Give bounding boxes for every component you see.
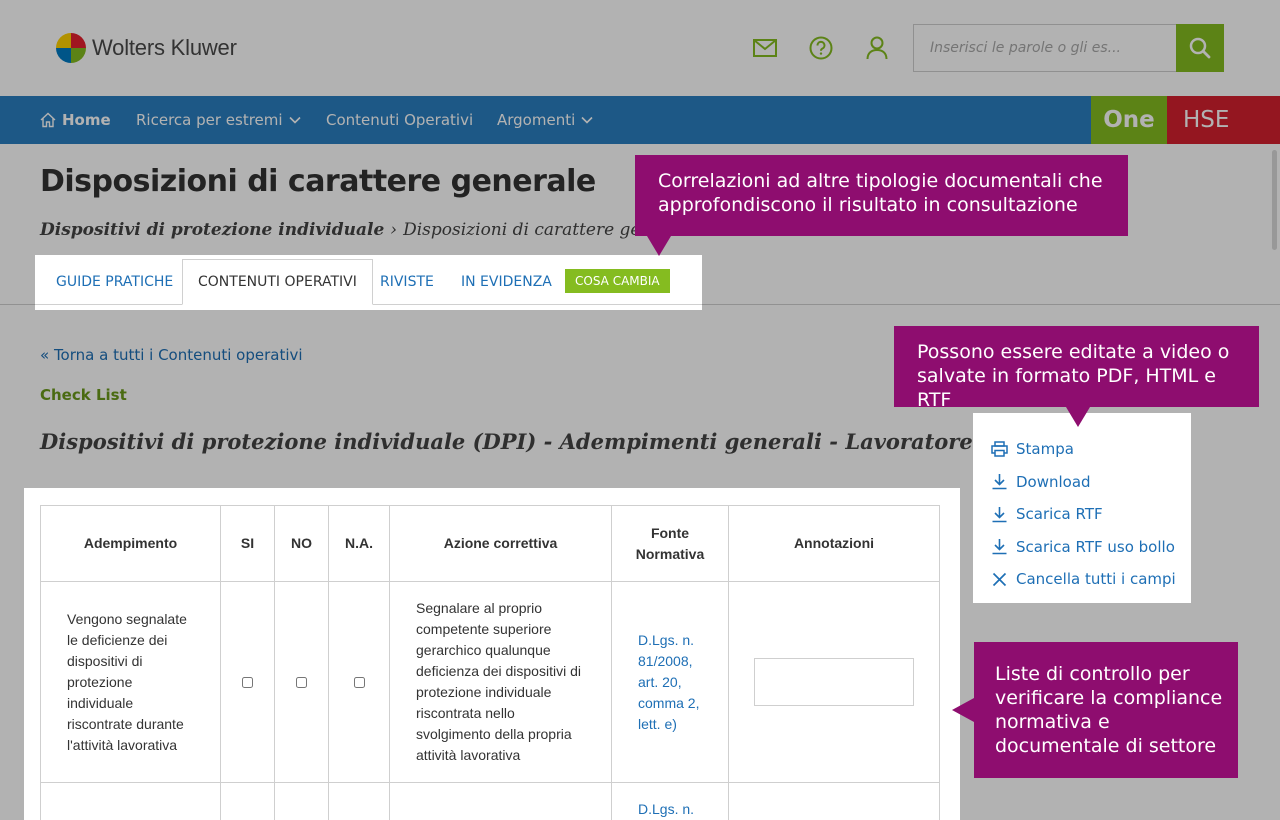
page-title: Disposizioni di carattere generale [40, 164, 596, 199]
breadcrumb: Dispositivi di protezione individuale › … [40, 220, 695, 240]
brand-hse-badge[interactable]: HSE [1167, 96, 1280, 144]
si-checkbox[interactable] [242, 676, 253, 688]
column-header: Fonte Normativa [611, 505, 729, 582]
scarica-rtf-bollo-action[interactable]: Scarica RTF uso bollo [991, 531, 1189, 564]
annotazioni-cell [728, 782, 940, 820]
scarica-rtf-action[interactable]: Scarica RTF [991, 498, 1189, 531]
table-callout: Liste di controllo per verificare la com… [952, 642, 1238, 778]
action-label: Cancella tutti i campi [1016, 570, 1176, 589]
mail-icon[interactable] [752, 36, 778, 60]
no-checkbox[interactable] [296, 676, 307, 688]
chevron-down-icon [581, 116, 593, 124]
table-row: D.Lgs. n. [40, 782, 940, 820]
nav-item-contenuti-operativi[interactable]: Contenuti Operativi [326, 96, 473, 144]
table-row: Vengono segnalate le deficienze dei disp… [40, 581, 940, 783]
section-label: Check List [40, 386, 127, 404]
dim-overlay [702, 255, 1280, 310]
tab-in-evidenza[interactable]: IN EVIDENZA [461, 259, 552, 305]
column-header: NO [274, 505, 329, 582]
dim-overlay [960, 488, 973, 603]
callout-text: Liste di controllo per verificare la com… [995, 663, 1223, 757]
document-title: Dispositivi di protezione individuale (D… [40, 429, 973, 454]
nav-item-ricerca-per-estremi[interactable]: Ricerca per estremi [136, 96, 301, 144]
search-button[interactable] [1176, 24, 1224, 72]
actions-callout: Possono essere editate a video o salvate… [894, 326, 1259, 427]
nav-item-label: Home [62, 111, 111, 129]
wolters-kluwer-logo[interactable]: Wolters Kluwer [56, 33, 237, 63]
nav-item-home[interactable]: Home [40, 96, 111, 144]
fonte-normativa-link[interactable]: D.Lgs. n. 81/2008, art. 20, comma 2, let… [611, 581, 729, 783]
scrollbar-thumb[interactable] [1272, 150, 1277, 250]
breadcrumb-parent[interactable]: Dispositivi di protezione individuale [40, 220, 384, 240]
download-icon [992, 474, 1007, 490]
si-cell [220, 782, 275, 820]
fonte-normativa-link[interactable]: D.Lgs. n. [611, 782, 729, 820]
site-header: Wolters Kluwer [0, 0, 1280, 96]
na-cell [328, 581, 390, 783]
annotazioni-input[interactable] [754, 658, 914, 706]
column-header: Adempimento [40, 505, 221, 582]
nav-item-label: Ricerca per estremi [136, 111, 283, 129]
download-action[interactable]: Download [991, 466, 1189, 499]
adempimento-cell [40, 782, 221, 820]
print-action[interactable]: Stampa [991, 433, 1189, 466]
close-icon [992, 572, 1007, 586]
action-label: Stampa [1016, 440, 1074, 459]
search-input[interactable] [913, 24, 1177, 72]
column-header: Annotazioni [728, 505, 940, 582]
download-icon [992, 539, 1007, 555]
tabs-callout: Correlazioni ad altre tipologie document… [635, 155, 1128, 256]
no-cell [274, 581, 329, 783]
tab-guide-pratiche[interactable]: GUIDE PRATICHE [56, 259, 173, 305]
main-nav: Home Ricerca per estremi Contenuti Opera… [0, 96, 1280, 144]
user-icon[interactable] [864, 36, 890, 60]
print-icon [991, 441, 1008, 457]
clear-fields-action[interactable]: Cancella tutti i campi [991, 563, 1189, 596]
callout-text: Possono essere editate a video o salvate… [917, 341, 1230, 411]
callout-pointer [1066, 407, 1090, 427]
tab-riviste[interactable]: RIVISTE [380, 259, 434, 305]
dim-overlay [1191, 413, 1280, 603]
dim-overlay [0, 255, 35, 310]
breadcrumb-separator: › [390, 220, 398, 240]
tab-contenuti-operativi[interactable]: CONTENUTI OPERATIVI [182, 259, 373, 305]
nav-item-argomenti[interactable]: Argomenti [497, 96, 593, 144]
annotazioni-cell [728, 581, 940, 783]
chevron-down-icon [289, 116, 301, 124]
download-icon [992, 506, 1007, 523]
cosa-cambia-badge[interactable]: COSA CAMBIA [565, 269, 670, 293]
document-actions: Stampa Download Scarica RTF Scarica RTF … [975, 415, 1189, 601]
table-header-row: Adempimento SI NO N.A. Azione correttiva… [40, 505, 940, 582]
azione-correttiva-cell: Segnalare al proprio competente superior… [389, 581, 612, 783]
column-header: Azione correttiva [389, 505, 612, 582]
callout-pointer [647, 236, 671, 256]
action-label: Download [1016, 472, 1091, 491]
nav-item-label: Contenuti Operativi [326, 111, 474, 129]
search-icon [1189, 37, 1211, 59]
callout-text: Correlazioni ad altre tipologie document… [658, 170, 1103, 216]
action-label: Scarica RTF [1016, 505, 1103, 524]
adempimento-cell: Vengono segnalate le deficienze dei disp… [40, 581, 221, 783]
no-cell [274, 782, 329, 820]
logo-text: Wolters Kluwer [92, 35, 237, 60]
brand-one-badge[interactable]: One [1091, 96, 1167, 144]
column-header: N.A. [328, 505, 390, 582]
callout-pointer [952, 698, 974, 722]
azione-correttiva-cell [389, 782, 612, 820]
si-cell [220, 581, 275, 783]
checklist-table: Adempimento SI NO N.A. Azione correttiva… [40, 505, 940, 820]
help-icon[interactable] [808, 36, 834, 60]
action-label: Scarica RTF uso bollo [1016, 537, 1175, 556]
home-icon [40, 112, 56, 128]
na-checkbox[interactable] [353, 676, 365, 688]
column-header: SI [220, 505, 275, 582]
na-cell [328, 782, 390, 820]
nav-item-label: Argomenti [497, 111, 576, 129]
dim-overlay [0, 488, 24, 820]
logo-icon [56, 33, 86, 63]
back-to-contenuti-link[interactable]: « Torna a tutti i Contenuti operativi [40, 346, 303, 364]
